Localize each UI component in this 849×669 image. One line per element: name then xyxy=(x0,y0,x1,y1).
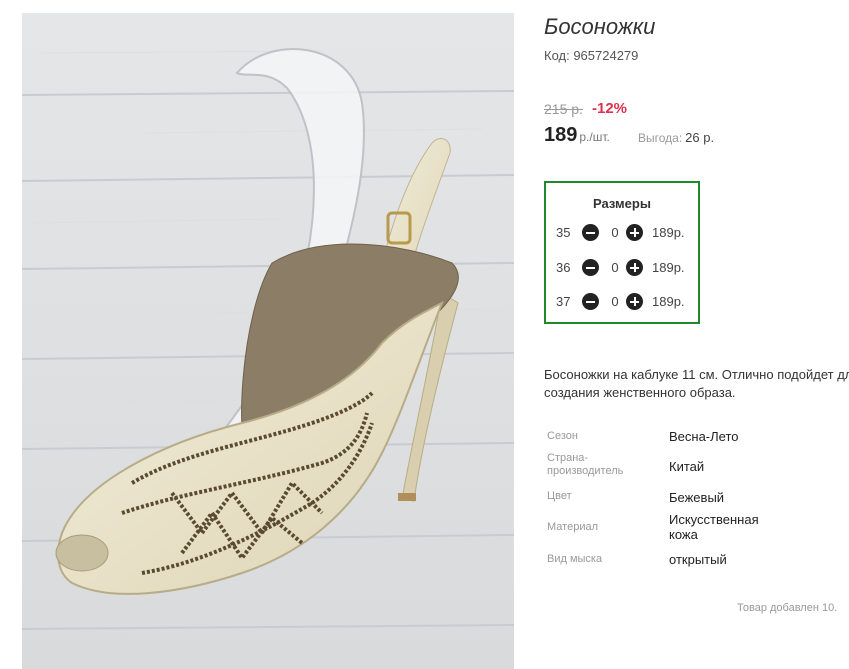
plus-circle-icon[interactable] xyxy=(626,259,643,276)
product-description: Босоножки на каблуке 11 см. Отлично подо… xyxy=(544,366,849,402)
size-price: 189р. xyxy=(652,260,685,275)
minus-circle-icon[interactable] xyxy=(582,293,599,310)
size-label: 35 xyxy=(556,225,571,240)
sizes-panel: Размеры 35 0 189р. 36 0 189р. 37 0 189р. xyxy=(544,181,700,324)
price-unit: р./шт. xyxy=(579,130,610,144)
size-label: 36 xyxy=(556,260,571,275)
property-value: Весна-Лето xyxy=(669,429,739,444)
description-line: создания женственного образа. xyxy=(544,385,736,400)
added-date: Товар добавлен 10. xyxy=(737,602,838,614)
price: 189 р./шт. xyxy=(544,124,610,147)
minus-circle-icon[interactable] xyxy=(582,259,599,276)
sizes-title: Размеры xyxy=(593,196,651,211)
property-value: Искусственная кожа xyxy=(669,512,759,542)
discount-badge: -12% xyxy=(592,100,628,117)
size-price: 189р. xyxy=(652,294,685,309)
size-quantity: 0 xyxy=(611,294,619,309)
size-price: 189р. xyxy=(652,225,685,240)
old-price: 215 р. xyxy=(544,101,583,117)
property-key: Материал xyxy=(547,521,598,533)
plus-circle-icon[interactable] xyxy=(626,293,643,310)
property-key: Страна- производитель xyxy=(547,452,624,477)
property-value: Бежевый xyxy=(669,490,725,505)
description-line: Босоножки на каблуке 11 см. Отлично подо… xyxy=(544,367,849,382)
product-title: Босоножки xyxy=(544,14,656,39)
property-value: открытый xyxy=(669,552,727,567)
product-photo[interactable] xyxy=(22,13,514,669)
size-label: 37 xyxy=(556,294,571,309)
property-key: Сезон xyxy=(547,430,578,442)
property-value: Китай xyxy=(669,459,705,474)
property-key: Вид мыска xyxy=(547,553,603,565)
product-code: Код: 965724279 xyxy=(544,48,639,63)
plus-circle-icon[interactable] xyxy=(626,224,643,241)
size-quantity: 0 xyxy=(611,260,619,275)
minus-circle-icon[interactable] xyxy=(582,224,599,241)
property-key: Цвет xyxy=(547,490,572,502)
size-quantity: 0 xyxy=(611,225,619,240)
benefit-value: 26 р. xyxy=(685,130,715,145)
price-value: 189 xyxy=(544,124,578,146)
benefit: Выгода: 26 р. xyxy=(638,130,714,145)
benefit-label: Выгода: xyxy=(638,131,683,145)
